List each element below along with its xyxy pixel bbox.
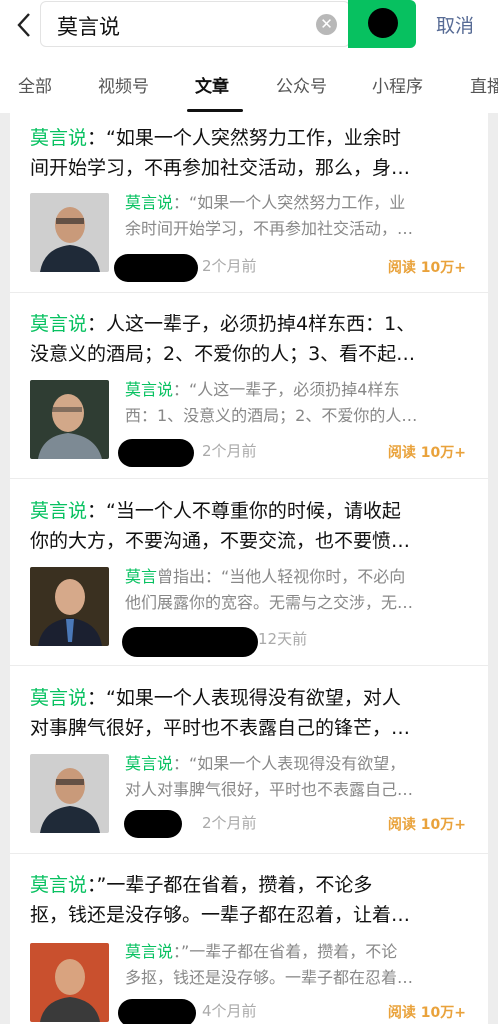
redacted-source [118, 439, 194, 467]
redacted-source [118, 999, 196, 1024]
search-query: 莫言说 [57, 15, 120, 39]
portrait-photo-icon [30, 380, 109, 459]
tab-articles[interactable]: 文章 [195, 72, 229, 97]
result-snippet: 莫言说：“人这一辈子，必须扔掉4样东 西：1、没意义的酒局；2、不爱你的人… [125, 380, 418, 425]
read-count: 阅读 10万+ [387, 260, 466, 276]
result-snippet: 莫言曾指出：“当他人轻视你时，不必向 他们展露你的宽容。无需与之交涉，无… [125, 567, 414, 612]
active-tab-indicator [187, 109, 243, 112]
result-time: 4个月前 [202, 1002, 257, 1020]
result-title: 莫言说：“如果一个人突然努力工作，业余时 间开始学习，不再参加社交活动，那么，身… [30, 127, 411, 179]
read-count: 阅读 10万+ [387, 1005, 466, 1021]
search-input[interactable]: 莫言说 ✕ [40, 1, 350, 47]
cancel-button[interactable]: 取消 [436, 11, 474, 38]
result-title: 莫言说：“当一个人不尊重你的时候，请收起 你的大方，不要沟通，不要交流，也不要愤… [30, 500, 411, 552]
results-list: 莫言说：“如果一个人突然努力工作，业余时 间开始学习，不再参加社交活动，那么，身… [10, 113, 488, 1024]
tab-channels[interactable]: 视频号 [98, 72, 149, 97]
search-header: 莫言说 ✕ 取消 [0, 0, 498, 56]
portrait-photo-icon [30, 754, 109, 833]
search-button[interactable] [348, 0, 416, 48]
portrait-photo-icon [30, 193, 109, 272]
result-card[interactable]: 莫言说：“如果一个人表现得没有欲望，对人 对事脾气很好，平时也不表露自己的锋芒，… [10, 666, 488, 854]
redaction-mark [368, 8, 398, 38]
tab-all[interactable]: 全部 [18, 72, 52, 97]
read-count: 阅读 10万+ [387, 445, 466, 461]
chevron-left-icon [17, 13, 30, 37]
result-thumbnail [30, 193, 109, 272]
back-button[interactable] [12, 10, 36, 40]
clear-icon[interactable]: ✕ [316, 14, 337, 35]
result-snippet: 莫言说：“如果一个人突然努力工作，业 余时间开始学习，不再参加社交活动，… [125, 193, 414, 238]
portrait-photo-icon [30, 943, 109, 1022]
result-snippet: 莫言说：“如果一个人表现得没有欲望， 对人对事脾气很好，平时也不表露自己… [125, 754, 414, 799]
result-card[interactable]: 莫言说：“当一个人不尊重你的时候，请收起 你的大方，不要沟通，不要交流，也不要愤… [10, 479, 488, 666]
read-count: 阅读 10万+ [387, 817, 466, 833]
portrait-photo-icon [30, 567, 109, 646]
result-card[interactable]: 莫言说：“如果一个人突然努力工作，业余时 间开始学习，不再参加社交活动，那么，身… [10, 113, 488, 293]
result-time: 2个月前 [202, 442, 257, 460]
result-thumbnail [30, 754, 109, 833]
result-time: 2个月前 [202, 257, 257, 275]
tab-mini-programs[interactable]: 小程序 [372, 72, 423, 97]
result-thumbnail [30, 567, 109, 646]
result-time: 12天前 [258, 630, 308, 648]
tab-official-accounts[interactable]: 公众号 [276, 72, 327, 97]
result-card[interactable]: 莫言说：人这一辈子，必须扔掉4样东西：1、 没意义的酒局；2、不爱你的人；3、看… [10, 293, 488, 479]
tab-bar: 全部 视频号 文章 公众号 小程序 直播 [0, 56, 498, 113]
redacted-source [114, 254, 198, 282]
result-thumbnail [30, 943, 109, 1022]
result-time: 2个月前 [202, 814, 257, 832]
result-title: 莫言说：人这一辈子，必须扔掉4样东西：1、 没意义的酒局；2、不爱你的人；3、看… [30, 313, 416, 365]
result-title: 莫言说：“如果一个人表现得没有欲望，对人 对事脾气很好，平时也不表露自己的锋芒，… [30, 687, 411, 739]
result-card[interactable]: 莫言说：”一辈子都在省着，攒着，不论多 抠，钱还是没存够。一辈子都在忍着，让着…… [10, 854, 488, 1024]
result-thumbnail [30, 380, 109, 459]
result-snippet: 莫言说：”一辈子都在省着，攒着，不论 多抠，钱还是没存够。一辈子都在忍着… [125, 942, 414, 987]
tab-live[interactable]: 直播 [470, 72, 498, 97]
redacted-source [122, 627, 258, 657]
redacted-source [124, 810, 182, 838]
result-title: 莫言说：”一辈子都在省着，攒着，不论多 抠，钱还是没存够。一辈子都在忍着，让着… [30, 874, 411, 926]
